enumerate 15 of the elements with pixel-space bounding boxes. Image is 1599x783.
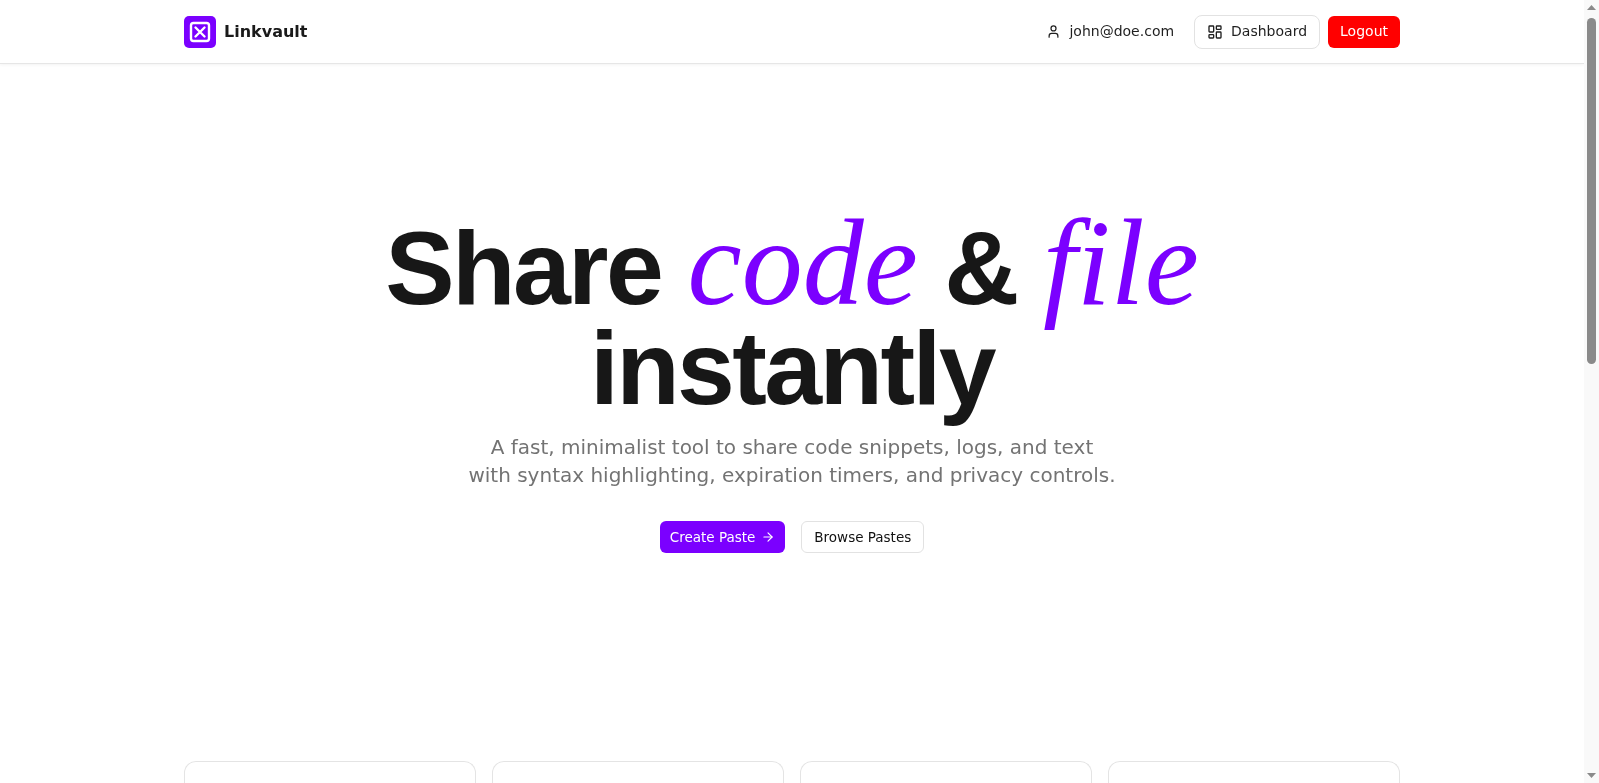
user-email: john@doe.com — [1069, 22, 1175, 41]
scroll-down-icon[interactable] — [1587, 773, 1596, 778]
create-paste-button[interactable]: Create Paste — [659, 521, 786, 553]
scrollbar-thumb[interactable] — [1587, 18, 1596, 364]
brand-link[interactable]: Linkvault — [184, 15, 308, 48]
user-icon — [1046, 24, 1062, 39]
hero-headline: Share code & file instantly — [384, 208, 1200, 428]
logout-button[interactable]: Logout — [1328, 15, 1400, 48]
dashboard-button[interactable]: Dashboard — [1194, 14, 1321, 49]
arrow-right-icon — [761, 530, 776, 544]
dashboard-grid-icon — [1207, 23, 1224, 40]
scroll-up-icon[interactable] — [1587, 5, 1596, 10]
logo-icon — [184, 15, 216, 48]
hero-subtitle: A fast, minimalist tool to share code snippets, logs, and text with syntax highlighting, expiration timers, and privacy controls. — [468, 434, 1116, 489]
browse-pastes-button[interactable]: Browse Pastes — [801, 521, 925, 553]
